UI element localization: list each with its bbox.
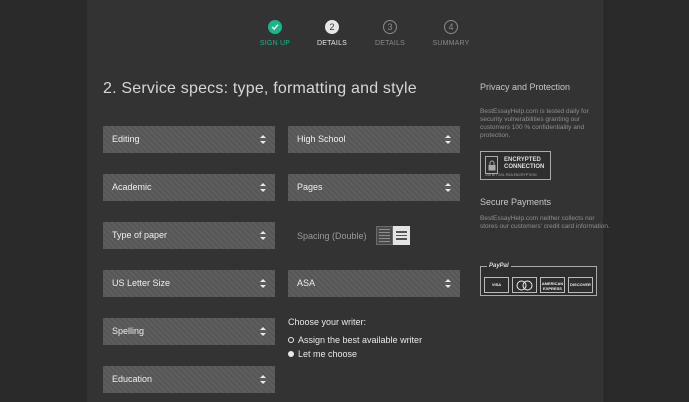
privacy-text: BestEssayHelp.com is tested daily for se… xyxy=(480,108,589,139)
progress-steps: SIGN UP 2 DETAILS 3 DETAILS 4 SUMMARY xyxy=(0,0,689,60)
updown-arrows-icon xyxy=(260,135,266,144)
paypal-logo: PayPal xyxy=(487,263,511,269)
amex-card-icon: AMERICAN EXPRESS xyxy=(540,277,565,293)
step-number: 4 xyxy=(444,20,458,34)
step-label: SUMMARY xyxy=(432,40,470,47)
length-unit-select[interactable]: Pages xyxy=(288,174,460,201)
select-value: ASA xyxy=(297,278,316,288)
radio-label: Assign the best available writer xyxy=(298,335,423,345)
step-label: DETAILS xyxy=(316,40,348,47)
select-value: Education xyxy=(112,374,153,384)
select-value: Editing xyxy=(112,134,140,144)
updown-arrows-icon xyxy=(445,279,451,288)
radio-checked-icon[interactable] xyxy=(288,351,294,357)
select-value: Type of paper xyxy=(112,230,168,240)
spacing-label: Spacing (Double) xyxy=(297,231,367,241)
select-value: US Letter Size xyxy=(112,278,171,288)
radio-label: Let me choose xyxy=(298,349,358,359)
step-number: 2 xyxy=(325,20,339,34)
academic-level-select[interactable]: High School xyxy=(288,126,460,153)
spelling-select[interactable]: Spelling xyxy=(103,318,275,345)
page-title: 2. Service specs: type, formatting and s… xyxy=(103,80,417,97)
updown-arrows-icon xyxy=(445,183,451,192)
payments-heading: Secure Payments xyxy=(480,197,552,207)
payment-methods-badge: PayPal VISA AMERICAN EXPRESS DISCOVER xyxy=(480,263,597,296)
choose-writer-heading: Choose your writer: xyxy=(288,317,367,327)
lock-icon xyxy=(485,156,498,174)
select-value: Academic xyxy=(112,182,152,192)
step-details-2[interactable]: 2 DETAILS xyxy=(302,20,362,47)
select-value: Spelling xyxy=(112,326,145,336)
updown-arrows-icon xyxy=(445,135,451,144)
badge-line-2: CONNECTION xyxy=(504,164,545,170)
select-value: High School xyxy=(297,134,346,144)
radio-unchecked-icon[interactable] xyxy=(288,337,294,343)
service-type-select[interactable]: Editing xyxy=(103,126,275,153)
select-value: Pages xyxy=(297,182,323,192)
check-icon xyxy=(268,20,282,34)
writing-type-select[interactable]: Academic xyxy=(103,174,275,201)
encrypted-connection-badge: ENCRYPTED CONNECTION 256 BIT SSL RSA ENC… xyxy=(480,151,551,180)
single-spacing-icon[interactable] xyxy=(376,226,393,245)
updown-arrows-icon xyxy=(260,231,266,240)
step-label: SIGN UP xyxy=(259,40,291,47)
updown-arrows-icon xyxy=(260,279,266,288)
spacing-toggle[interactable] xyxy=(376,226,411,245)
badge-line-1: ENCRYPTED xyxy=(504,157,541,163)
step-label: DETAILS xyxy=(374,40,406,47)
double-spacing-icon[interactable] xyxy=(393,226,410,245)
updown-arrows-icon xyxy=(260,327,266,336)
updown-arrows-icon xyxy=(260,183,266,192)
payments-text: BestEssayHelp.com neither collects nor s… xyxy=(480,215,610,230)
visa-card-icon: VISA xyxy=(484,277,509,293)
step-summary[interactable]: 4 SUMMARY xyxy=(421,20,481,47)
updown-arrows-icon xyxy=(260,375,266,384)
step-number: 3 xyxy=(383,20,397,34)
mastercard-icon xyxy=(512,277,537,293)
paper-size-select[interactable]: US Letter Size xyxy=(103,270,275,297)
step-sign-up[interactable]: SIGN UP xyxy=(245,20,305,47)
subject-select[interactable]: Education xyxy=(103,366,275,393)
writer-option-let-me-choose[interactable]: Let me choose xyxy=(288,349,357,359)
badge-line-3: 256 BIT SSL RSA ENCRYPTION xyxy=(485,173,537,177)
privacy-heading: Privacy and Protection xyxy=(480,82,571,92)
discover-card-icon: DISCOVER xyxy=(568,277,593,293)
citation-style-select[interactable]: ASA xyxy=(288,270,460,297)
paper-type-select[interactable]: Type of paper xyxy=(103,222,275,249)
step-details-3[interactable]: 3 DETAILS xyxy=(360,20,420,47)
writer-option-best-available[interactable]: Assign the best available writer xyxy=(288,335,422,345)
